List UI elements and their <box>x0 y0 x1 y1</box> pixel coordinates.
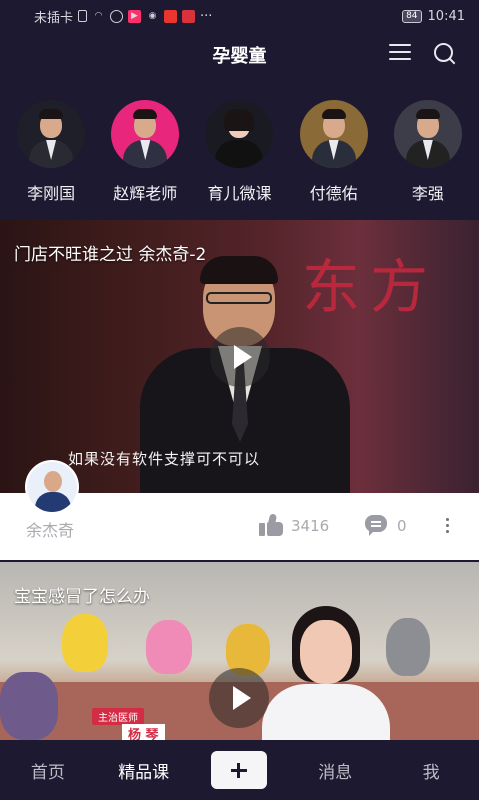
vpn-icon <box>110 9 124 23</box>
teacher-avatar <box>205 100 274 168</box>
video-thumbnail[interactable]: 宝宝感冒了怎么办 主治医师 杨 琴 <box>0 562 479 740</box>
doctor-figure <box>256 606 396 740</box>
video-caption: 如果没有软件支撑可不可以 <box>68 450 261 468</box>
more-vertical-icon[interactable] <box>445 518 451 534</box>
clock: 10:41 <box>427 8 465 24</box>
comment-count: 0 <box>397 517 407 535</box>
play-icon[interactable] <box>210 327 270 387</box>
teacher-name: 付德佑 <box>309 184 358 203</box>
teacher-avatar <box>299 100 368 168</box>
video-card[interactable]: 东方 门店不旺谁之过 余杰奇-2 如果没有软件支撑可不可以 余杰奇 3416 0 <box>0 220 479 560</box>
plush-toy-pink <box>146 620 192 674</box>
tab-me[interactable]: 我 <box>383 758 479 783</box>
like-count: 3416 <box>291 517 330 535</box>
tab-home[interactable]: 首页 <box>0 758 96 783</box>
wifi-icon: ◠ <box>94 10 103 21</box>
add-icon[interactable] <box>211 751 268 789</box>
video-thumbnail[interactable]: 东方 门店不旺谁之过 余杰奇-2 如果没有软件支撑可不可以 <box>0 220 479 493</box>
tab-messages[interactable]: 消息 <box>287 758 383 783</box>
teacher-item[interactable]: 育儿微课 <box>195 100 283 218</box>
more-notifications: ··· <box>200 8 213 24</box>
comment-icon[interactable] <box>365 515 389 537</box>
tab-add[interactable] <box>192 751 288 789</box>
thumbs-up-icon[interactable] <box>259 513 283 536</box>
carrier-text: 未插卡 <box>34 10 74 26</box>
status-bar: 未插卡 ◠ ▶ ◉ ··· 84 10:41 <box>0 0 479 32</box>
search-icon[interactable] <box>433 42 457 66</box>
battery-icon: 84 <box>402 9 422 23</box>
video-card[interactable]: 宝宝感冒了怎么办 主治医师 杨 琴 <box>0 562 479 740</box>
teacher-item[interactable]: 李刚国 <box>7 100 95 218</box>
doctor-label: 主治医师 <box>92 708 144 725</box>
menu-icon[interactable] <box>389 42 411 62</box>
video-app-icon: ▶ <box>128 9 142 23</box>
author-name[interactable]: 余杰奇 <box>26 517 74 541</box>
qq-icon: ◉ <box>148 10 157 21</box>
teacher-name: 育儿微课 <box>207 184 272 203</box>
teacher-list: 李刚国 赵辉老师 育儿微课 付德佑 李强 <box>0 100 479 218</box>
sim-icon <box>78 10 88 22</box>
bottom-tab-bar: 首页 精品课 消息 我 <box>0 740 479 800</box>
play-icon[interactable] <box>209 668 269 728</box>
teacher-name: 李刚国 <box>27 184 76 203</box>
video-title: 宝宝感冒了怎么办 <box>14 587 150 607</box>
app-header: 孕婴童 <box>0 32 479 78</box>
teacher-item[interactable]: 付德佑 <box>290 100 378 218</box>
tab-premium-courses[interactable]: 精品课 <box>96 758 192 783</box>
teacher-item[interactable]: 赵辉老师 <box>101 100 189 218</box>
page-title: 孕婴童 <box>212 46 267 67</box>
flowers <box>0 672 58 740</box>
app-icon-red <box>164 9 178 23</box>
app-icon-red-2 <box>182 9 196 23</box>
teacher-avatar <box>393 100 462 168</box>
teacher-avatar <box>17 100 86 168</box>
teacher-item[interactable]: 李强 <box>384 100 472 218</box>
doctor-name: 杨 琴 <box>122 724 165 740</box>
video-title: 门店不旺谁之过 余杰奇-2 <box>14 245 207 265</box>
teacher-avatar <box>111 100 180 168</box>
author-avatar[interactable] <box>25 460 79 514</box>
plush-toy-yellow <box>62 614 108 672</box>
teacher-name: 赵辉老师 <box>113 184 178 203</box>
teacher-name: 李强 <box>411 184 444 203</box>
